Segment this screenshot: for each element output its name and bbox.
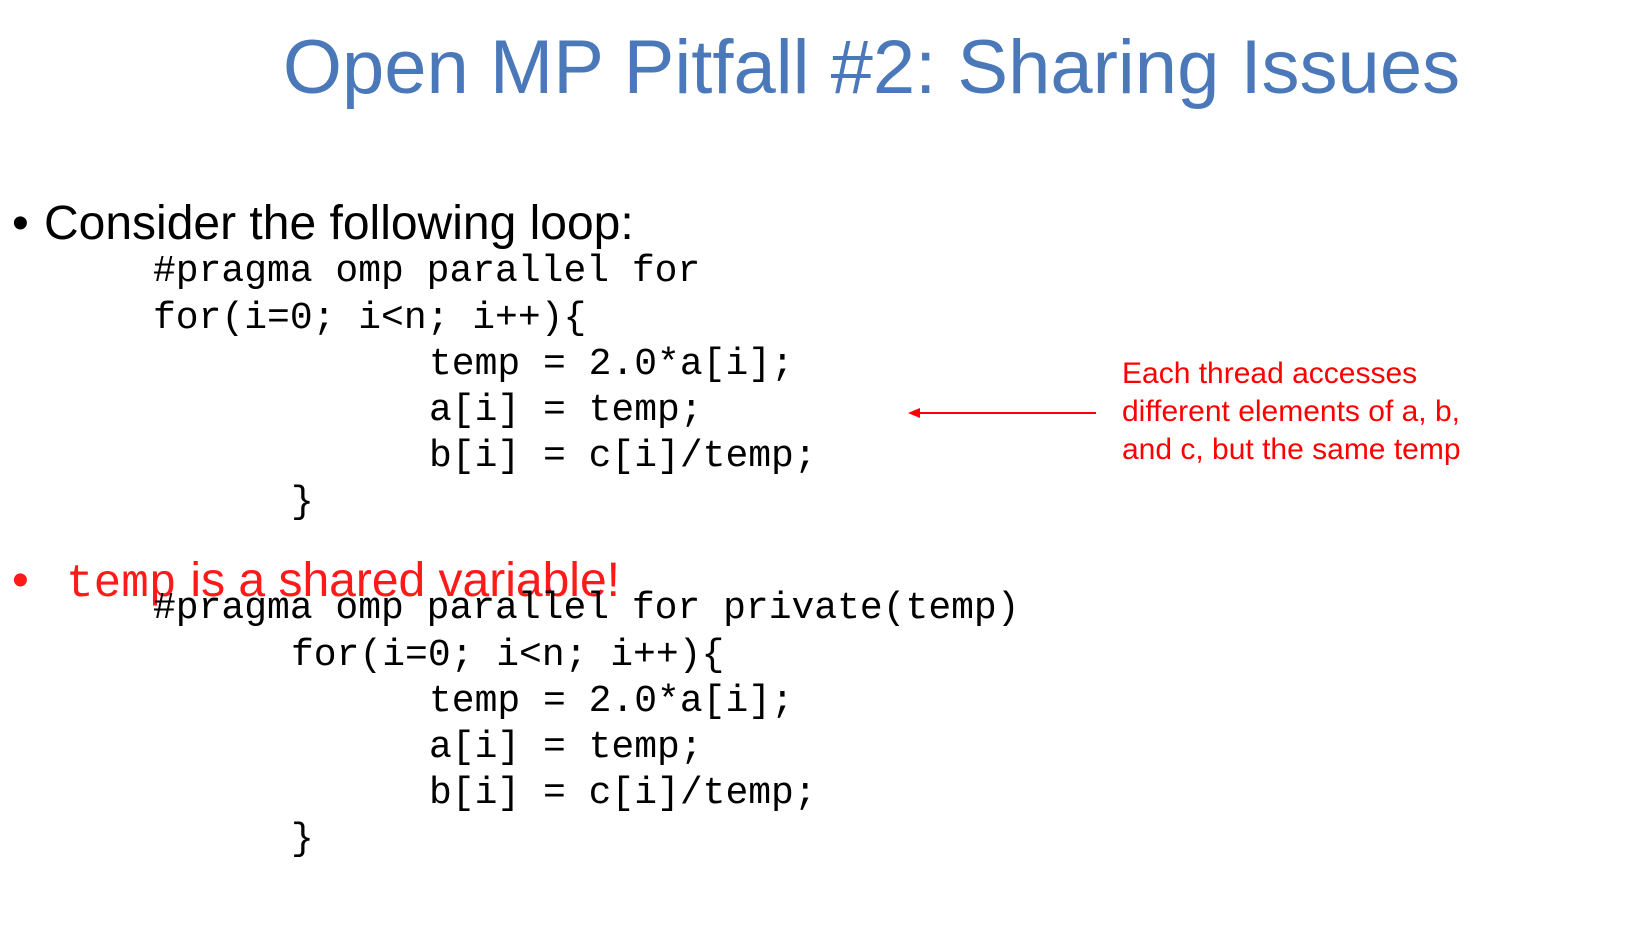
code2-line-pragma: #pragma omp parallel for private(temp) [153, 587, 1020, 630]
code1-line-b-assign: b[i] = c[i]/temp; [429, 435, 817, 478]
annotation-line-1: Each thread accesses [1122, 357, 1418, 390]
bullet-consider: • Consider the following loop: [12, 200, 634, 248]
bullet-text: Consider the following loop: [44, 197, 634, 250]
bullet-marker: • [12, 197, 29, 250]
annotation-line-3: and c, but the same temp [1122, 433, 1461, 466]
code1-line-a-assign: a[i] = temp; [429, 389, 703, 432]
left-arrow-icon [908, 408, 1096, 418]
code2-line-b-assign: b[i] = c[i]/temp; [429, 772, 817, 815]
code2-line-for: for(i=0; i<n; i++){ [291, 634, 725, 677]
annotation-line-2: different elements of a, b, [1122, 395, 1460, 428]
bullet-marker: • [12, 554, 29, 607]
code1-line-temp-assign: temp = 2.0*a[i]; [429, 343, 794, 386]
code2-line-a-assign: a[i] = temp; [429, 726, 703, 769]
code1-line-for: for(i=0; i<n; i++){ [153, 297, 587, 340]
slide-title: Open MP Pitfall #2: Sharing Issues [282, 25, 1461, 110]
annotation-note: Each thread accesses different elements … [1122, 355, 1461, 469]
code2-line-close-brace: } [291, 818, 314, 861]
code2-line-temp-assign: temp = 2.0*a[i]; [429, 680, 794, 723]
code1-line-close-brace: } [291, 481, 314, 524]
slide: Open MP Pitfall #2: Sharing Issues • Cons… [0, 0, 1631, 928]
code1-line-pragma: #pragma omp parallel for [153, 250, 701, 293]
